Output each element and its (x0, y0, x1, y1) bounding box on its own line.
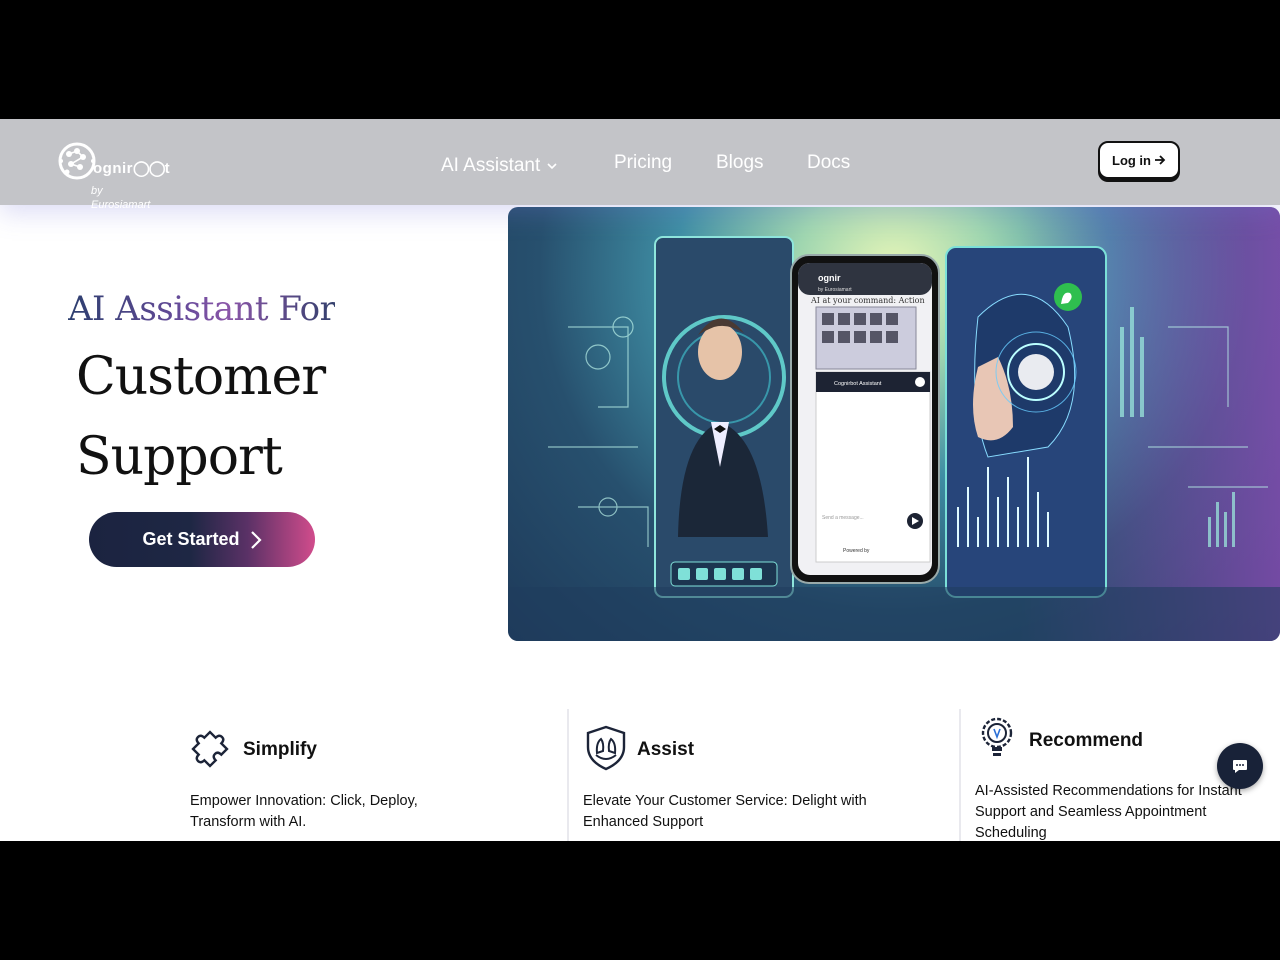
hero-phone: ognir by Eurosiamart AI at your command:… (790, 254, 940, 584)
get-started-button[interactable]: Get Started (89, 512, 315, 567)
lightbulb-gear-icon (981, 717, 1013, 756)
svg-text:Powered by: Powered by (843, 548, 870, 554)
feature-description: AI-Assisted Recommendations for Instant … (975, 783, 1242, 841)
svg-text:by Eurosiamart: by Eurosiamart (818, 287, 852, 293)
puzzle-icon (191, 730, 229, 768)
hero-scene: ognir by Eurosiamart AI at your command:… (508, 236, 1280, 641)
feature-description: Empower Innovation: Click, Deploy, Trans… (190, 793, 418, 830)
hero-subtitle: AI Assistant For (68, 289, 336, 329)
feature-title: Recommend (1029, 730, 1144, 751)
feature-simplify: Simplify Empower Innovation: Click, Depl… (188, 699, 548, 841)
nav-pricing[interactable]: Pricing (614, 149, 672, 177)
divider (959, 709, 961, 841)
feature-description: Elevate Your Customer Service: Delight w… (583, 793, 867, 830)
nav-blogs[interactable]: Blogs (716, 149, 764, 177)
hero-title-line2: Support (76, 427, 283, 487)
chevron-right-icon (250, 530, 262, 549)
logo-byline: by Eurosiamart (91, 185, 151, 211)
feature-assist: Assist Elevate Your Customer Service: De… (582, 699, 952, 841)
nav-ai-assistant[interactable]: AI Assistant (441, 152, 558, 180)
svg-text:ognir: ognir (818, 273, 841, 283)
nav-docs[interactable]: Docs (807, 149, 850, 177)
hero-card-left (654, 236, 794, 598)
login-button[interactable]: Log in (1098, 141, 1180, 179)
shield-hands-icon (586, 725, 626, 771)
chat-widget-button[interactable] (1217, 743, 1263, 789)
divider (567, 709, 569, 841)
page: ognir◯◯t by Eurosiamart AI Assistant Pri… (0, 119, 1280, 841)
hero-illustration: ognir by Eurosiamart AI at your command:… (508, 207, 1280, 641)
hero-card-right (945, 246, 1107, 598)
login-label: Log in (1112, 152, 1151, 168)
get-started-label: Get Started (142, 529, 240, 549)
chat-bubble-icon (1233, 760, 1247, 773)
arrow-right-icon (1155, 155, 1166, 165)
feature-title: Assist (637, 739, 695, 760)
feature-title: Simplify (243, 739, 317, 760)
svg-text:Send a message...: Send a message... (822, 515, 864, 521)
svg-text:AI at your command: Action: AI at your command: Action (810, 296, 925, 305)
logo-wordmark: ognir◯◯t (93, 160, 171, 177)
chevron-down-icon (547, 163, 557, 170)
svg-text:Cognirbot Assistant: Cognirbot Assistant (834, 381, 882, 387)
nav-ai-assistant-label: AI Assistant (441, 155, 541, 176)
hero-title-line1: Customer (76, 347, 326, 407)
logo[interactable]: ognir◯◯t by Eurosiamart (55, 139, 195, 211)
site-header: ognir◯◯t by Eurosiamart AI Assistant Pri… (0, 119, 1280, 211)
